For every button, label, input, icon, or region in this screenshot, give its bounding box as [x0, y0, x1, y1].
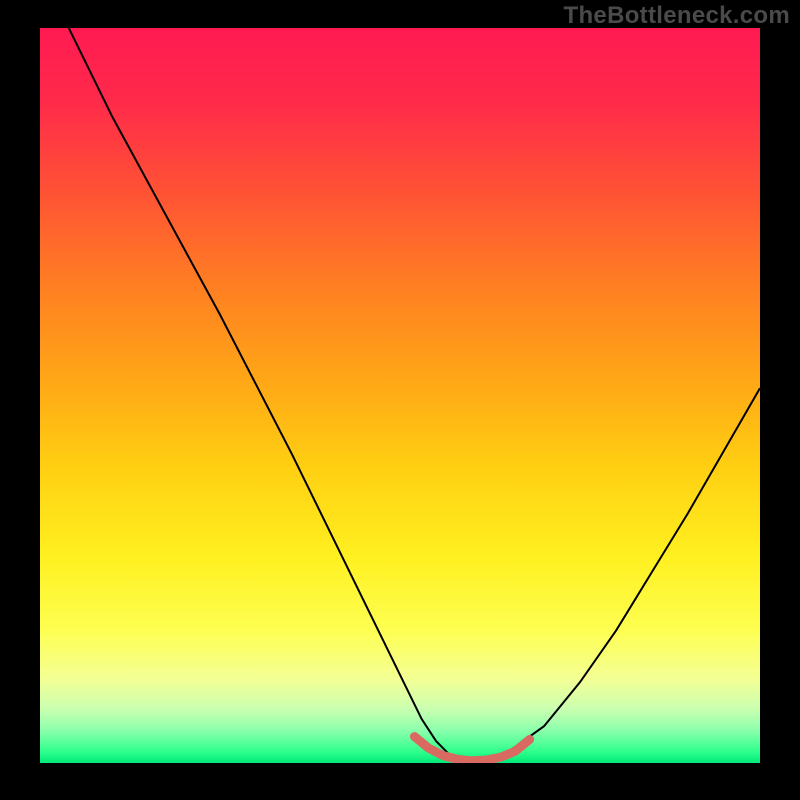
- plot-area: [40, 28, 760, 763]
- watermark-text: TheBottleneck.com: [564, 2, 790, 30]
- bottleneck-curve: [69, 28, 760, 761]
- chart-curves: [40, 28, 760, 763]
- optimal-band: [414, 737, 529, 761]
- chart-frame: TheBottleneck.com: [0, 0, 800, 800]
